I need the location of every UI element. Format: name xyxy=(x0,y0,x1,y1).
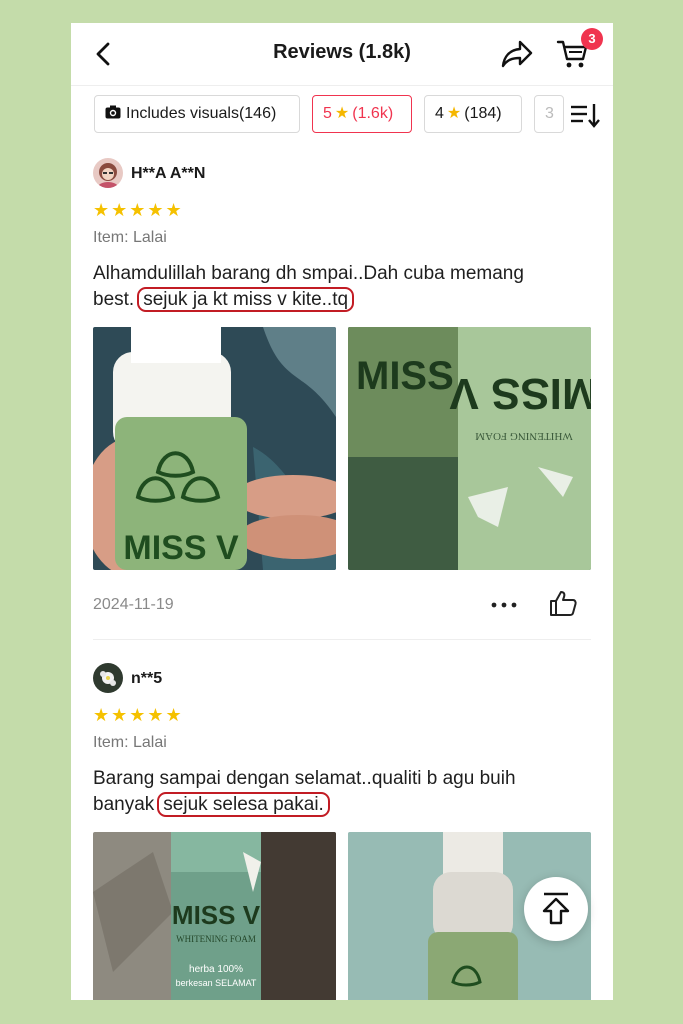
reviewer-row: n**5 xyxy=(93,663,591,697)
filter-4-count: (184) xyxy=(464,105,502,122)
filter-bar: Includes visuals(146) 5 ★ (1.6k) 4 ★ (184) 3 xyxy=(71,95,613,137)
scroll-to-top-button[interactable] xyxy=(524,877,588,941)
top-bar: Reviews (1.8k) 3 xyxy=(71,23,613,85)
filter-4-label: 4 xyxy=(435,105,444,122)
review-photos: MISS V MISS V MISS V WHITENING FOAM xyxy=(93,327,591,570)
more-options-button[interactable] xyxy=(489,592,519,618)
item-variant: Item: Lalai xyxy=(93,734,167,751)
reviewer-row: H**A A**N xyxy=(93,158,591,192)
header-divider xyxy=(71,85,613,86)
review-photo[interactable]: MISS V xyxy=(93,327,336,570)
filter-5-count: (1.6k) xyxy=(352,105,394,122)
camera-icon xyxy=(105,105,121,119)
reviewer-name: H**A A**N xyxy=(131,165,206,182)
filter-3-star[interactable]: 3 xyxy=(534,95,564,133)
product-subtitle-text: WHITENING FOAM xyxy=(475,430,573,442)
review-card: H**A A**N ★★★★★ Item: Lalai Alhamdulilla… xyxy=(93,158,591,640)
sort-icon xyxy=(571,104,600,128)
share-button[interactable] xyxy=(500,38,534,70)
review-photo[interactable]: MISS V WHITENING FOAM herba 100% berkesa… xyxy=(93,832,336,1000)
filter-visuals-label: Includes visuals xyxy=(126,105,239,122)
review-text: Alhamdulillah barang dh smpai..Dah cuba … xyxy=(93,261,593,313)
arrow-up-icon xyxy=(542,892,570,925)
avatar xyxy=(93,663,123,693)
product-subtitle-text: WHITENING FOAM xyxy=(176,934,256,944)
product-tag-text: berkesan SELAMAT xyxy=(176,978,257,988)
review-text-highlight: sejuk ja kt miss v kite..tq xyxy=(137,287,355,312)
share-icon xyxy=(501,40,533,68)
filter-includes-visuals[interactable]: Includes visuals(146) xyxy=(94,95,300,133)
review-meta: 2024-11-19 xyxy=(93,570,591,640)
product-brand-text: MISS V xyxy=(449,369,591,418)
review-photo[interactable]: MISS V MISS V WHITENING FOAM xyxy=(348,327,591,570)
app-screen: Reviews (1.8k) 3 Includes visuals(146) 5… xyxy=(71,23,613,1000)
sort-button[interactable] xyxy=(565,95,613,135)
reviewer-name: n**5 xyxy=(131,670,163,687)
review-divider xyxy=(93,639,591,640)
product-brand-text: MISS V xyxy=(123,529,239,567)
filter-visuals-count: (146) xyxy=(238,105,277,122)
star-rating: ★★★★★ xyxy=(93,705,184,725)
filter-5-star[interactable]: 5 ★ (1.6k) xyxy=(312,95,412,133)
review-text: Barang sampai dengan selamat..qualiti b … xyxy=(93,766,593,818)
star-icon: ★ xyxy=(334,105,350,122)
like-button[interactable] xyxy=(548,588,578,618)
star-icon: ★ xyxy=(446,105,462,122)
review-photos: MISS V WHITENING FOAM herba 100% berkesa… xyxy=(93,832,591,1000)
product-tag-text: herba 100% xyxy=(189,964,243,975)
review-date: 2024-11-19 xyxy=(93,596,174,613)
avatar xyxy=(93,158,123,188)
item-variant: Item: Lalai xyxy=(93,229,167,246)
product-brand-text: MISS V xyxy=(172,900,261,930)
more-dots-icon xyxy=(491,602,517,608)
review-text-highlight: sejuk selesa pakai. xyxy=(157,792,330,817)
filter-5-label: 5 xyxy=(323,105,332,122)
filter-4-star[interactable]: 4 ★ (184) xyxy=(424,95,522,133)
cart-count-badge: 3 xyxy=(581,28,603,50)
star-rating: ★★★★★ xyxy=(93,200,184,220)
review-card: n**5 ★★★★★ Item: Lalai Barang sampai den… xyxy=(93,663,591,1000)
thumbs-up-icon xyxy=(550,591,577,616)
filter-3-label: 3 xyxy=(545,105,554,122)
